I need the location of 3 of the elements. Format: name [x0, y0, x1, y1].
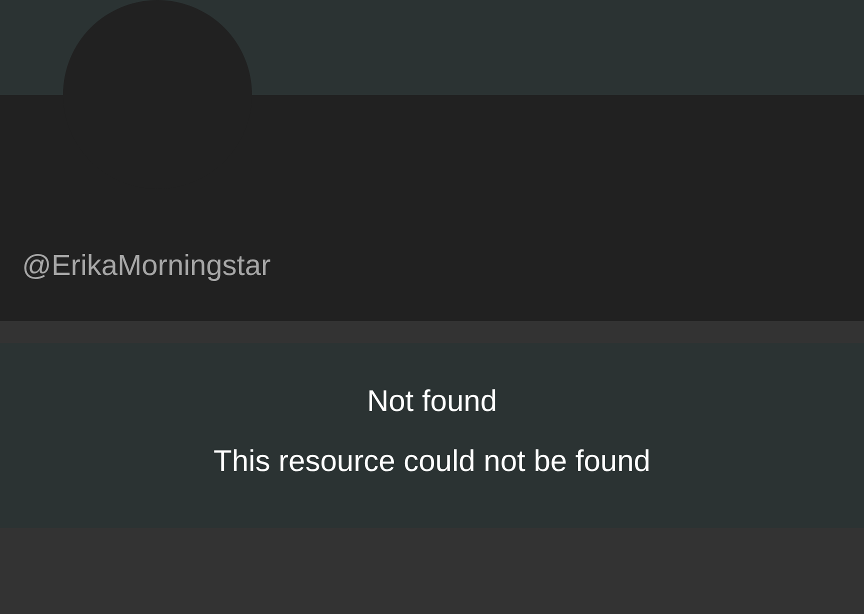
- profile-handle: @ErikaMorningstar: [22, 250, 271, 283]
- error-message: This resource could not be found: [214, 444, 650, 480]
- error-title: Not found: [366, 384, 498, 420]
